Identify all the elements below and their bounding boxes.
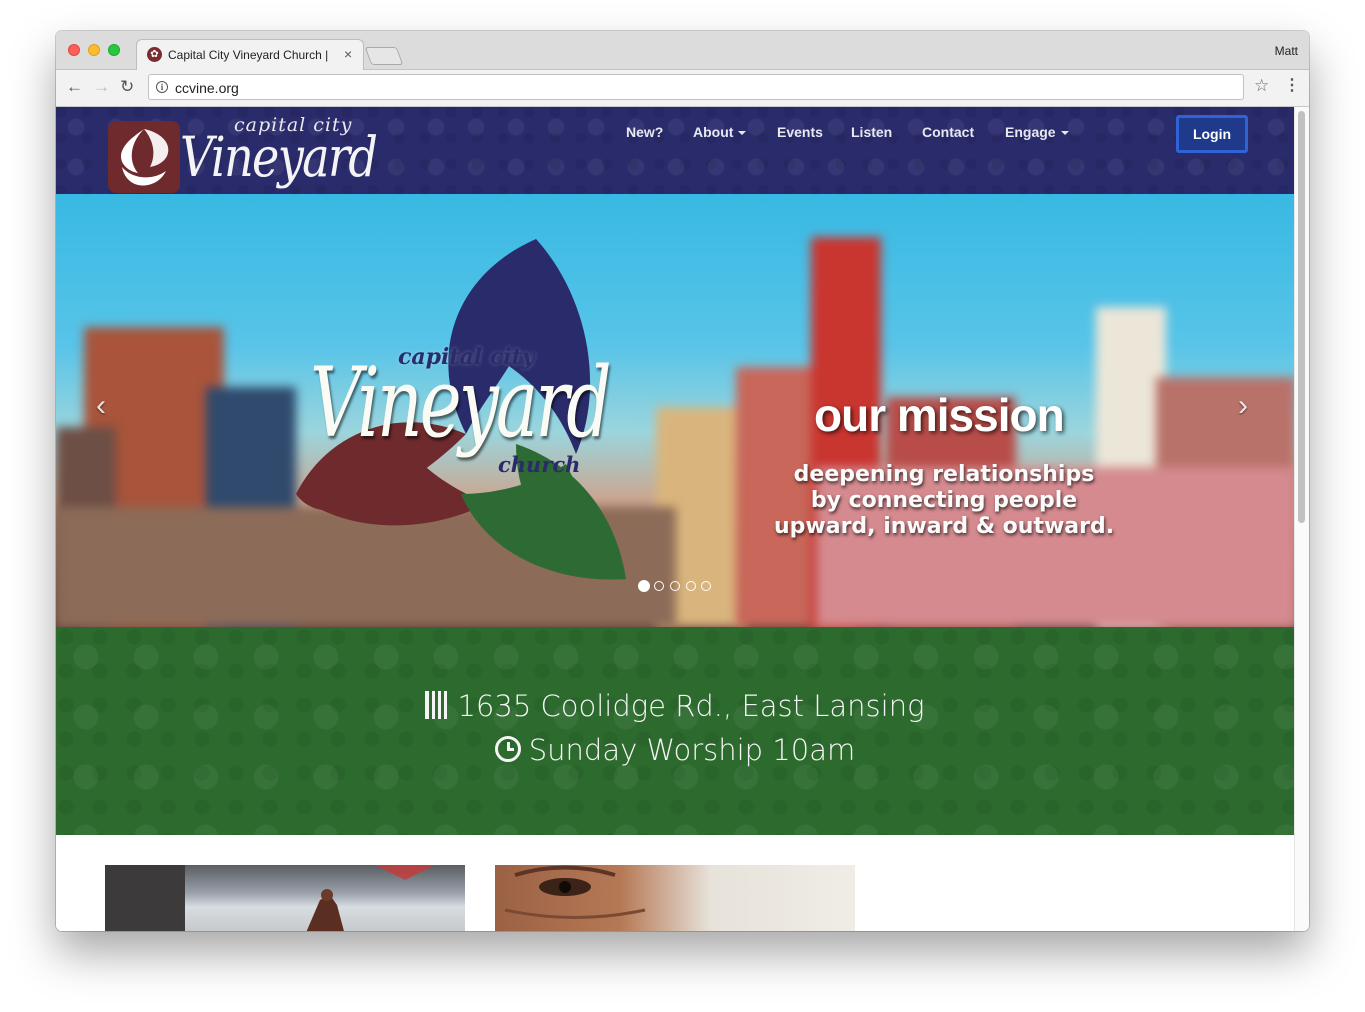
address-bar[interactable]: i ccvine.org [148,74,1244,100]
vineyard-favicon-icon: ✿ [147,47,162,62]
hero-logo-church-text: church [498,452,581,477]
nav-item-contact[interactable]: Contact [922,124,974,140]
browser-toolbar: ← → ↻ i ccvine.org ☆ ⋮ [56,70,1309,107]
nav-label: Engage [1005,124,1056,140]
content-card-image[interactable] [495,865,855,931]
carousel-dot[interactable] [686,581,696,591]
service-info-band: 1635 Coolidge Rd., East Lansing Sunday W… [56,627,1294,835]
browser-tab[interactable]: ✿ Capital City Vineyard Church | × [136,39,364,70]
caret-down-icon [738,131,747,136]
carousel-dot[interactable] [654,581,664,591]
nav-item-events[interactable]: Events [777,124,823,140]
tab-close-icon[interactable]: × [344,46,352,62]
content-card-image[interactable] [105,865,465,931]
site-logo[interactable]: capital city Vineyard [108,111,398,193]
vineyard-knot-logo-icon [108,121,180,193]
site-header: capital city Vineyard New? About Events … [56,107,1294,194]
login-button[interactable]: Login [1176,115,1248,153]
zoom-window-button[interactable] [108,44,120,56]
bookmark-star-icon[interactable]: ☆ [1254,77,1269,95]
new-tab-button[interactable] [364,47,404,65]
scrollbar-thumb[interactable] [1298,111,1305,523]
page-viewport: capital city Vineyard New? About Events … [56,107,1309,931]
hero-carousel: capital city Vineyard church our mission… [56,194,1294,627]
building-icon [425,691,448,719]
nav-item-listen[interactable]: Listen [851,124,892,140]
forward-arrow-icon[interactable]: → [93,78,110,96]
url-text[interactable]: ccvine.org [175,80,239,96]
carousel-dot[interactable] [638,580,650,592]
close-window-button[interactable] [68,44,80,56]
nav-label: Contact [922,124,975,140]
caret-down-icon [1060,131,1069,136]
tab-bar: ✿ Capital City Vineyard Church | × Matt [56,31,1309,70]
mission-line-3: upward, inward & outward. [774,514,1115,539]
address-line: 1635 Coolidge Rd., East Lansing [56,689,1294,723]
site-info-icon[interactable]: i [156,81,168,93]
carousel-dot[interactable] [701,581,711,591]
back-arrow-icon[interactable]: ← [66,78,83,96]
tab-title: Capital City Vineyard Church | [168,48,329,62]
nav-label: Listen [851,124,893,140]
carousel-dot[interactable] [670,581,680,591]
reload-icon[interactable]: ↻ [120,78,134,96]
profile-name[interactable]: Matt [1275,44,1298,58]
browser-window: ✿ Capital City Vineyard Church | × Matt … [56,31,1309,931]
worship-text: Sunday Worship 10am [528,733,856,767]
clock-icon [494,736,521,762]
carousel-next-icon[interactable]: › [1238,391,1248,421]
worship-time-line: Sunday Worship 10am [56,733,1294,767]
nav-label: Events [777,124,823,140]
nav-label: About [693,124,734,140]
mission-line-2: by connecting people [810,488,1078,513]
minimize-window-button[interactable] [88,44,100,56]
logo-big-text: Vineyard [180,125,378,189]
mission-line-1: deepening relationships [793,462,1095,487]
nav-item-engage[interactable]: Engage [1005,124,1069,140]
address-text: 1635 Coolidge Rd., East Lansing [457,689,925,723]
nav-item-new[interactable]: New? [626,124,663,140]
hero-logo-vineyard-text: Vineyard [310,347,612,459]
carousel-prev-icon[interactable]: ‹ [96,391,106,421]
mission-title: our mission [814,389,1065,441]
menu-kebab-icon[interactable]: ⋮ [1284,77,1300,95]
nav-label: New? [626,124,664,140]
nav-item-about[interactable]: About [693,124,747,140]
